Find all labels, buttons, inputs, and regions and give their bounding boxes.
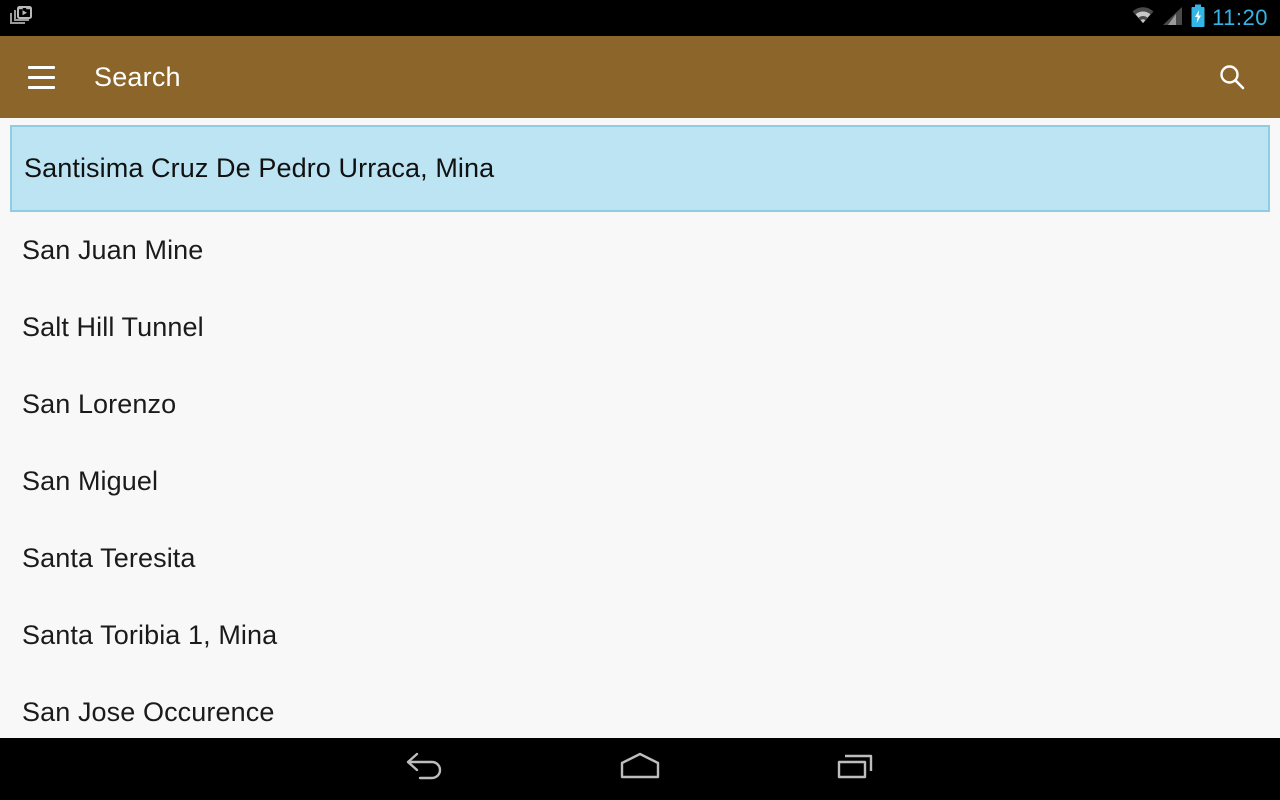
hamburger-menu-icon[interactable] [10, 36, 72, 118]
back-arrow-icon [400, 750, 448, 789]
status-bar-system-icons: 11:20 [1130, 4, 1280, 33]
list-item[interactable]: San Juan Mine [0, 212, 1280, 289]
hamburger-bar-1 [27, 65, 55, 69]
recents-button[interactable] [796, 738, 916, 800]
list-item-label: San Lorenzo [22, 389, 177, 419]
list-item-label: Santa Teresita [22, 543, 196, 573]
list-item-label: Salt Hill Tunnel [22, 312, 204, 342]
status-bar-notifications [0, 4, 34, 33]
list-item[interactable]: Santa Toribia 1, Mina [0, 597, 1280, 674]
back-button[interactable] [364, 738, 484, 800]
list-item[interactable]: San Miguel [0, 443, 1280, 520]
search-results-list: Santisima Cruz De Pedro Urraca, Mina San … [0, 125, 1280, 738]
list-item[interactable]: San Jose Occurence [0, 674, 1280, 738]
hamburger-bar-2 [27, 75, 55, 79]
home-button[interactable] [580, 738, 700, 800]
status-bar-clock: 11:20 [1212, 5, 1268, 30]
wifi-icon [1130, 6, 1156, 31]
recent-apps-icon [831, 749, 881, 790]
list-item[interactable]: Santa Teresita [0, 520, 1280, 597]
list-item-label: San Miguel [22, 466, 159, 496]
search-results-panel: Santisima Cruz De Pedro Urraca, Mina San … [0, 118, 1280, 738]
home-icon [613, 749, 667, 790]
list-item[interactable]: Santisima Cruz De Pedro Urraca, Mina [10, 125, 1270, 212]
search-icon[interactable] [1204, 36, 1260, 118]
page-title: Search [94, 61, 181, 92]
list-item-label: San Jose Occurence [22, 697, 275, 727]
screen-record-icon [8, 4, 34, 33]
list-item-label: Santisima Cruz De Pedro Urraca, Mina [24, 153, 495, 183]
hamburger-bar-3 [27, 85, 55, 89]
battery-charging-icon [1190, 4, 1206, 33]
app-bar: Search [0, 36, 1280, 118]
list-item-label: Santa Toribia 1, Mina [22, 620, 278, 650]
android-navigation-bar [0, 738, 1280, 800]
cell-signal-icon [1162, 6, 1184, 31]
list-item[interactable]: Salt Hill Tunnel [0, 289, 1280, 366]
list-item-label: San Juan Mine [22, 235, 204, 265]
status-bar: 11:20 [0, 0, 1280, 36]
list-item[interactable]: San Lorenzo [0, 366, 1280, 443]
